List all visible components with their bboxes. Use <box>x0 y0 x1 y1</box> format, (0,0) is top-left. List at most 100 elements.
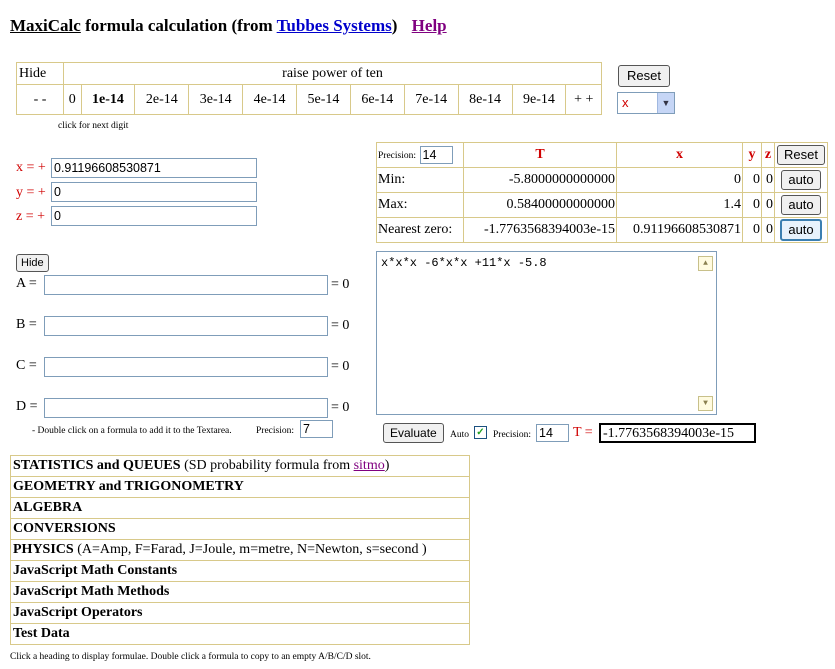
max-auto-button[interactable]: auto <box>781 195 821 215</box>
power-cell-8e-14[interactable]: 8e-14 <box>457 84 513 115</box>
category-physics[interactable]: PHYSICS (A=Amp, F=Farad, J=Joule, m=metr… <box>10 540 470 561</box>
power-cell-4e-14[interactable]: 4e-14 <box>242 84 298 115</box>
col-header-y: y <box>742 142 762 168</box>
nearest-zero-label: Nearest zero: <box>376 217 464 243</box>
power-hint: click for next digit <box>58 121 129 131</box>
category-statistics-suffix: (SD probability formula from <box>180 458 354 473</box>
variable-select[interactable]: x ▼ <box>617 92 675 114</box>
slots-precision-input[interactable]: 7 <box>300 420 333 438</box>
slot-c-result: = 0 <box>331 359 350 374</box>
power-cell-3e-14[interactable]: 3e-14 <box>188 84 244 115</box>
variable-select-value: x <box>622 95 629 110</box>
slot-d-label: D = <box>16 399 38 414</box>
category-algebra-title: ALGEBRA <box>13 500 83 515</box>
min-x-value: 0 <box>616 167 743 193</box>
evaluate-precision-label: Precision: <box>493 430 531 440</box>
category-js-math-methods[interactable]: JavaScript Math Methods <box>10 582 470 603</box>
power-increase[interactable]: + + <box>565 84 602 115</box>
hide-power-row[interactable]: Hide <box>15 62 65 85</box>
categories-footer-note: Click a heading to display formulae. Dou… <box>10 652 371 662</box>
slot-a-label: A = <box>16 276 37 291</box>
slots-hide-button[interactable]: Hide <box>16 254 49 272</box>
formula-categories: STATISTICS and QUEUES (SD probability fo… <box>10 455 470 645</box>
slot-d-input[interactable] <box>44 398 328 418</box>
category-statistics-end: ) <box>384 458 390 473</box>
max-y-value: 0 <box>742 192 762 218</box>
category-test-data[interactable]: Test Data <box>10 624 470 645</box>
var-x-input[interactable]: 0.91196608530871 <box>51 158 257 178</box>
scroll-up-icon[interactable]: ▲ <box>698 256 713 271</box>
category-js-operators[interactable]: JavaScript Operators <box>10 603 470 624</box>
category-conversions[interactable]: CONVERSIONS <box>10 519 470 540</box>
slot-a-input[interactable] <box>44 275 328 295</box>
result-label: T = <box>573 425 593 440</box>
col-header-z: z <box>761 142 775 168</box>
help-link[interactable]: Help <box>412 16 447 35</box>
scroll-down-icon[interactable]: ▼ <box>698 396 713 411</box>
category-statistics-title: STATISTICS and QUEUES <box>13 458 181 473</box>
min-t-value: -5.8000000000000 <box>463 167 617 193</box>
power-cell-9e-14[interactable]: 9e-14 <box>511 84 567 115</box>
col-header-t: T <box>463 142 617 168</box>
slot-c-label: C = <box>16 358 37 373</box>
reset-button[interactable]: Reset <box>618 65 670 87</box>
slots-precision-label: Precision: <box>256 426 294 436</box>
power-cell-0[interactable]: 0 <box>63 84 82 115</box>
min-auto-button[interactable]: auto <box>781 170 821 190</box>
power-cell-2e-14[interactable]: 2e-14 <box>134 84 190 115</box>
power-of-ten-table: Hide raise power of ten - - 0 1e-14 2e-1… <box>15 62 602 115</box>
max-t-value: 0.58400000000000 <box>463 192 617 218</box>
nearest-zero-t-value: -1.7763568394003e-15 <box>463 217 617 243</box>
nearest-zero-x-value: 0.91196608530871 <box>616 217 743 243</box>
category-statistics[interactable]: STATISTICS and QUEUES (SD probability fo… <box>10 455 470 477</box>
chevron-down-icon: ▼ <box>657 93 674 113</box>
category-conversions-title: CONVERSIONS <box>13 521 116 536</box>
nearest-zero-z-value: 0 <box>761 217 775 243</box>
category-physics-title: PHYSICS <box>13 542 74 557</box>
power-cell-6e-14[interactable]: 6e-14 <box>349 84 405 115</box>
var-z-label: z = + <box>16 209 46 224</box>
power-cell-1e-14[interactable]: 1e-14 <box>80 84 136 115</box>
power-cell-5e-14[interactable]: 5e-14 <box>296 84 351 115</box>
min-z-value: 0 <box>761 167 775 193</box>
formula-textarea[interactable]: x*x*x -6*x*x +11*x -5.8 ▲ ▼ <box>376 251 717 415</box>
var-y-input[interactable]: 0 <box>51 182 257 202</box>
max-x-value: 1.4 <box>616 192 743 218</box>
col-header-x: x <box>616 142 743 168</box>
slots-note: - Double click on a formula to add it to… <box>32 426 232 436</box>
slot-c-input[interactable] <box>44 357 328 377</box>
auto-label: Auto <box>450 430 469 440</box>
result-value: -1.7763568394003e-15 <box>599 423 756 443</box>
power-cell-7e-14[interactable]: 7e-14 <box>403 84 459 115</box>
title-text: formula calculation (from <box>85 16 273 35</box>
category-js-math-constants[interactable]: JavaScript Math Constants <box>10 561 470 582</box>
min-label: Min: <box>376 167 464 193</box>
max-label: Max: <box>376 192 464 218</box>
tubbes-systems-link[interactable]: Tubbes Systems <box>277 16 392 35</box>
slot-b-label: B = <box>16 317 37 332</box>
formula-text: x*x*x -6*x*x +11*x -5.8 <box>381 256 547 270</box>
var-x-label: x = + <box>16 160 46 175</box>
range-precision-label: Precision: <box>378 151 416 162</box>
page-title: MaxiCalc formula calculation (from Tubbe… <box>10 16 447 36</box>
min-y-value: 0 <box>742 167 762 193</box>
power-decrease[interactable]: - - <box>15 84 65 115</box>
range-reset-button[interactable]: Reset <box>777 145 825 165</box>
category-physics-suffix: (A=Amp, F=Farad, J=Joule, m=metre, N=New… <box>73 542 427 557</box>
sitmo-link[interactable]: sitmo <box>354 458 385 473</box>
category-js-operators-title: JavaScript Operators <box>13 605 143 620</box>
var-z-input[interactable]: 0 <box>51 206 257 226</box>
evaluate-precision-input[interactable]: 14 <box>536 424 569 442</box>
category-test-data-title: Test Data <box>13 626 70 641</box>
nearest-zero-auto-button[interactable]: auto <box>780 219 822 241</box>
slot-b-input[interactable] <box>44 316 328 336</box>
slot-b-result: = 0 <box>331 318 350 333</box>
auto-checkbox[interactable]: ✓ <box>474 426 487 439</box>
evaluate-button[interactable]: Evaluate <box>383 423 444 443</box>
range-precision-input[interactable]: 14 <box>419 146 453 164</box>
power-caption: raise power of ten <box>63 62 602 85</box>
max-z-value: 0 <box>761 192 775 218</box>
nearest-zero-y-value: 0 <box>742 217 762 243</box>
category-geometry[interactable]: GEOMETRY and TRIGONOMETRY <box>10 477 470 498</box>
category-algebra[interactable]: ALGEBRA <box>10 498 470 519</box>
